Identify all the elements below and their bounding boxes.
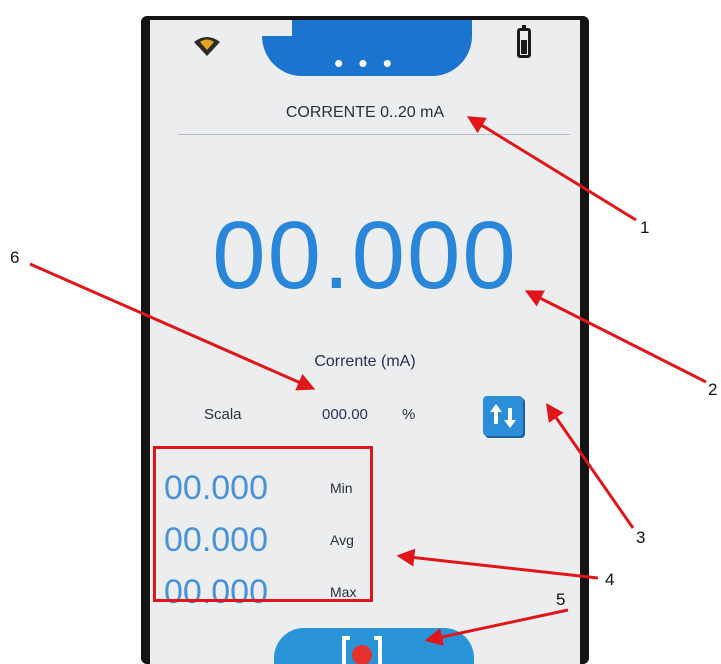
annotation-label-1: 1 [640, 218, 650, 237]
page-title: CORRENTE 0..20 mA [285, 104, 445, 121]
scale-unit: % [402, 406, 416, 423]
annotation-label-2: 2 [708, 380, 718, 399]
annotation-label-4: 4 [605, 570, 615, 589]
annotation-label-6: 6 [10, 248, 20, 267]
logo-icon [194, 37, 220, 56]
swap-button[interactable] [483, 396, 523, 436]
stats-highlight-box [153, 446, 373, 602]
main-reading-value: 00.000 [212, 202, 518, 309]
menu-dots-button[interactable]: • • • [150, 50, 580, 76]
header-divider [178, 134, 570, 135]
record-icon [342, 636, 382, 664]
reading-unit-label: Corrente (mA) [314, 353, 416, 370]
annotation-label-3: 3 [636, 528, 646, 547]
swap-arrows-icon [490, 404, 516, 428]
scale-value: 000.00 [322, 406, 368, 423]
annotation-label-5: 5 [556, 590, 566, 609]
record-button[interactable] [338, 632, 386, 664]
battery-icon [517, 25, 531, 58]
scale-label: Scala [204, 406, 242, 423]
